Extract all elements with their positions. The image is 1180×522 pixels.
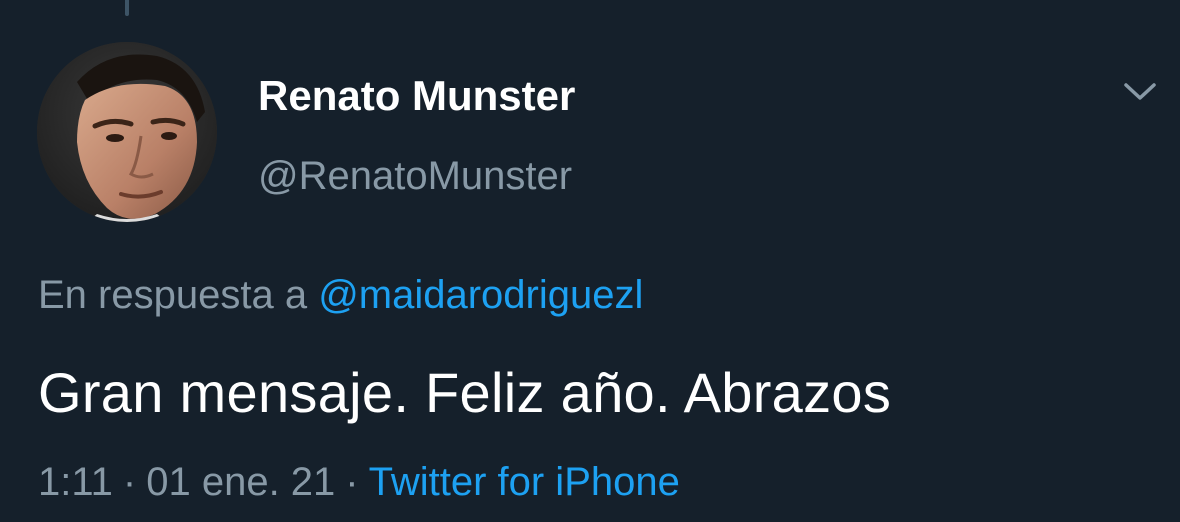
tweet-source-link[interactable]: Twitter for iPhone [369,460,680,504]
avatar-photo [37,42,217,222]
meta-separator: · [345,460,359,504]
author-display-name[interactable]: Renato Munster [258,72,575,120]
tweet-text: Gran mensaje. Feliz año. Abrazos [38,361,892,424]
tweet-options-button[interactable] [1118,72,1162,112]
reply-mention-link[interactable]: @maidarodriguezl [318,273,643,317]
reply-context: En respuesta a @maidarodriguezl [38,273,643,318]
tweet-meta: 1:11 · 01 ene. 21 · Twitter for iPhone [38,460,680,505]
avatar[interactable] [37,42,217,222]
reply-prefix: En respuesta a [38,273,308,317]
tweet-time[interactable]: 1:11 [38,460,113,504]
tweet-date[interactable]: 01 ene. 21 [146,460,335,504]
meta-separator: · [122,460,137,504]
thread-connector-line [125,0,129,16]
author-handle[interactable]: @RenatoMunster [258,154,572,199]
chevron-down-icon [1124,83,1156,100]
